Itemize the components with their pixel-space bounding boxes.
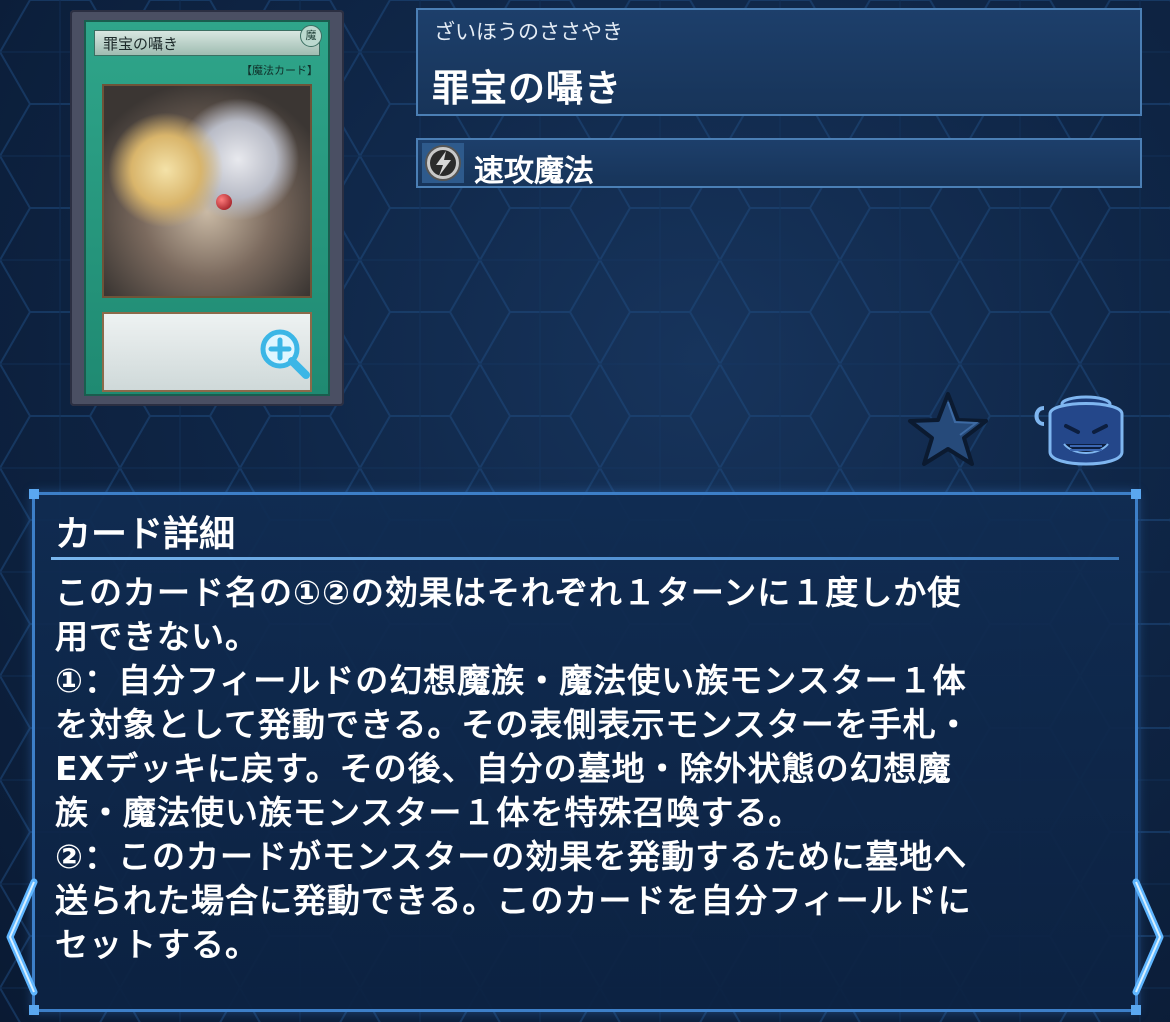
spell-type-panel: 速攻魔法 bbox=[416, 138, 1142, 189]
quick-play-icon bbox=[422, 143, 464, 183]
chevron-left-icon[interactable] bbox=[2, 878, 42, 996]
card-name-panel: ざいほうのささやき 罪宝の囁き bbox=[416, 8, 1142, 116]
star-icon[interactable] bbox=[906, 388, 990, 468]
apple-illustration bbox=[216, 194, 232, 210]
spell-type-label: 速攻魔法 bbox=[474, 154, 594, 189]
panel-corner bbox=[29, 1005, 39, 1015]
panel-corner bbox=[29, 489, 39, 499]
card-image[interactable]: 罪宝の囁き 魔 【魔法カード】 bbox=[70, 10, 344, 406]
title-divider bbox=[51, 557, 1119, 560]
card-detail-screen: 罪宝の囁き 魔 【魔法カード】 ざいほうのささやき 罪宝の囁き 速攻魔法 カード… bbox=[0, 0, 1170, 1022]
chevron-right-icon[interactable] bbox=[1128, 878, 1168, 996]
card-effect-text: このカード名の①②の効果はそれぞれ１ターンに１度しか使 用できない。 ①：自分フ… bbox=[55, 573, 972, 964]
card-art-type-line: 【魔法カード】 bbox=[241, 64, 318, 77]
detail-title: カード詳細 bbox=[55, 514, 236, 555]
card-illustration bbox=[102, 84, 312, 298]
pot-of-greed-icon[interactable] bbox=[1030, 390, 1126, 470]
card-art-name: 罪宝の囁き bbox=[94, 30, 320, 56]
zoom-in-icon[interactable] bbox=[256, 325, 314, 383]
card-art-attribute: 魔 bbox=[300, 25, 322, 47]
panel-corner bbox=[1131, 1005, 1141, 1015]
card-name: 罪宝の囁き bbox=[432, 67, 622, 110]
panel-corner bbox=[1131, 489, 1141, 499]
card-name-ruby: ざいほうのささやき bbox=[434, 20, 623, 44]
card-detail-panel: カード詳細 このカード名の①②の効果はそれぞれ１ターンに１度しか使 用できない。… bbox=[29, 489, 1141, 1015]
